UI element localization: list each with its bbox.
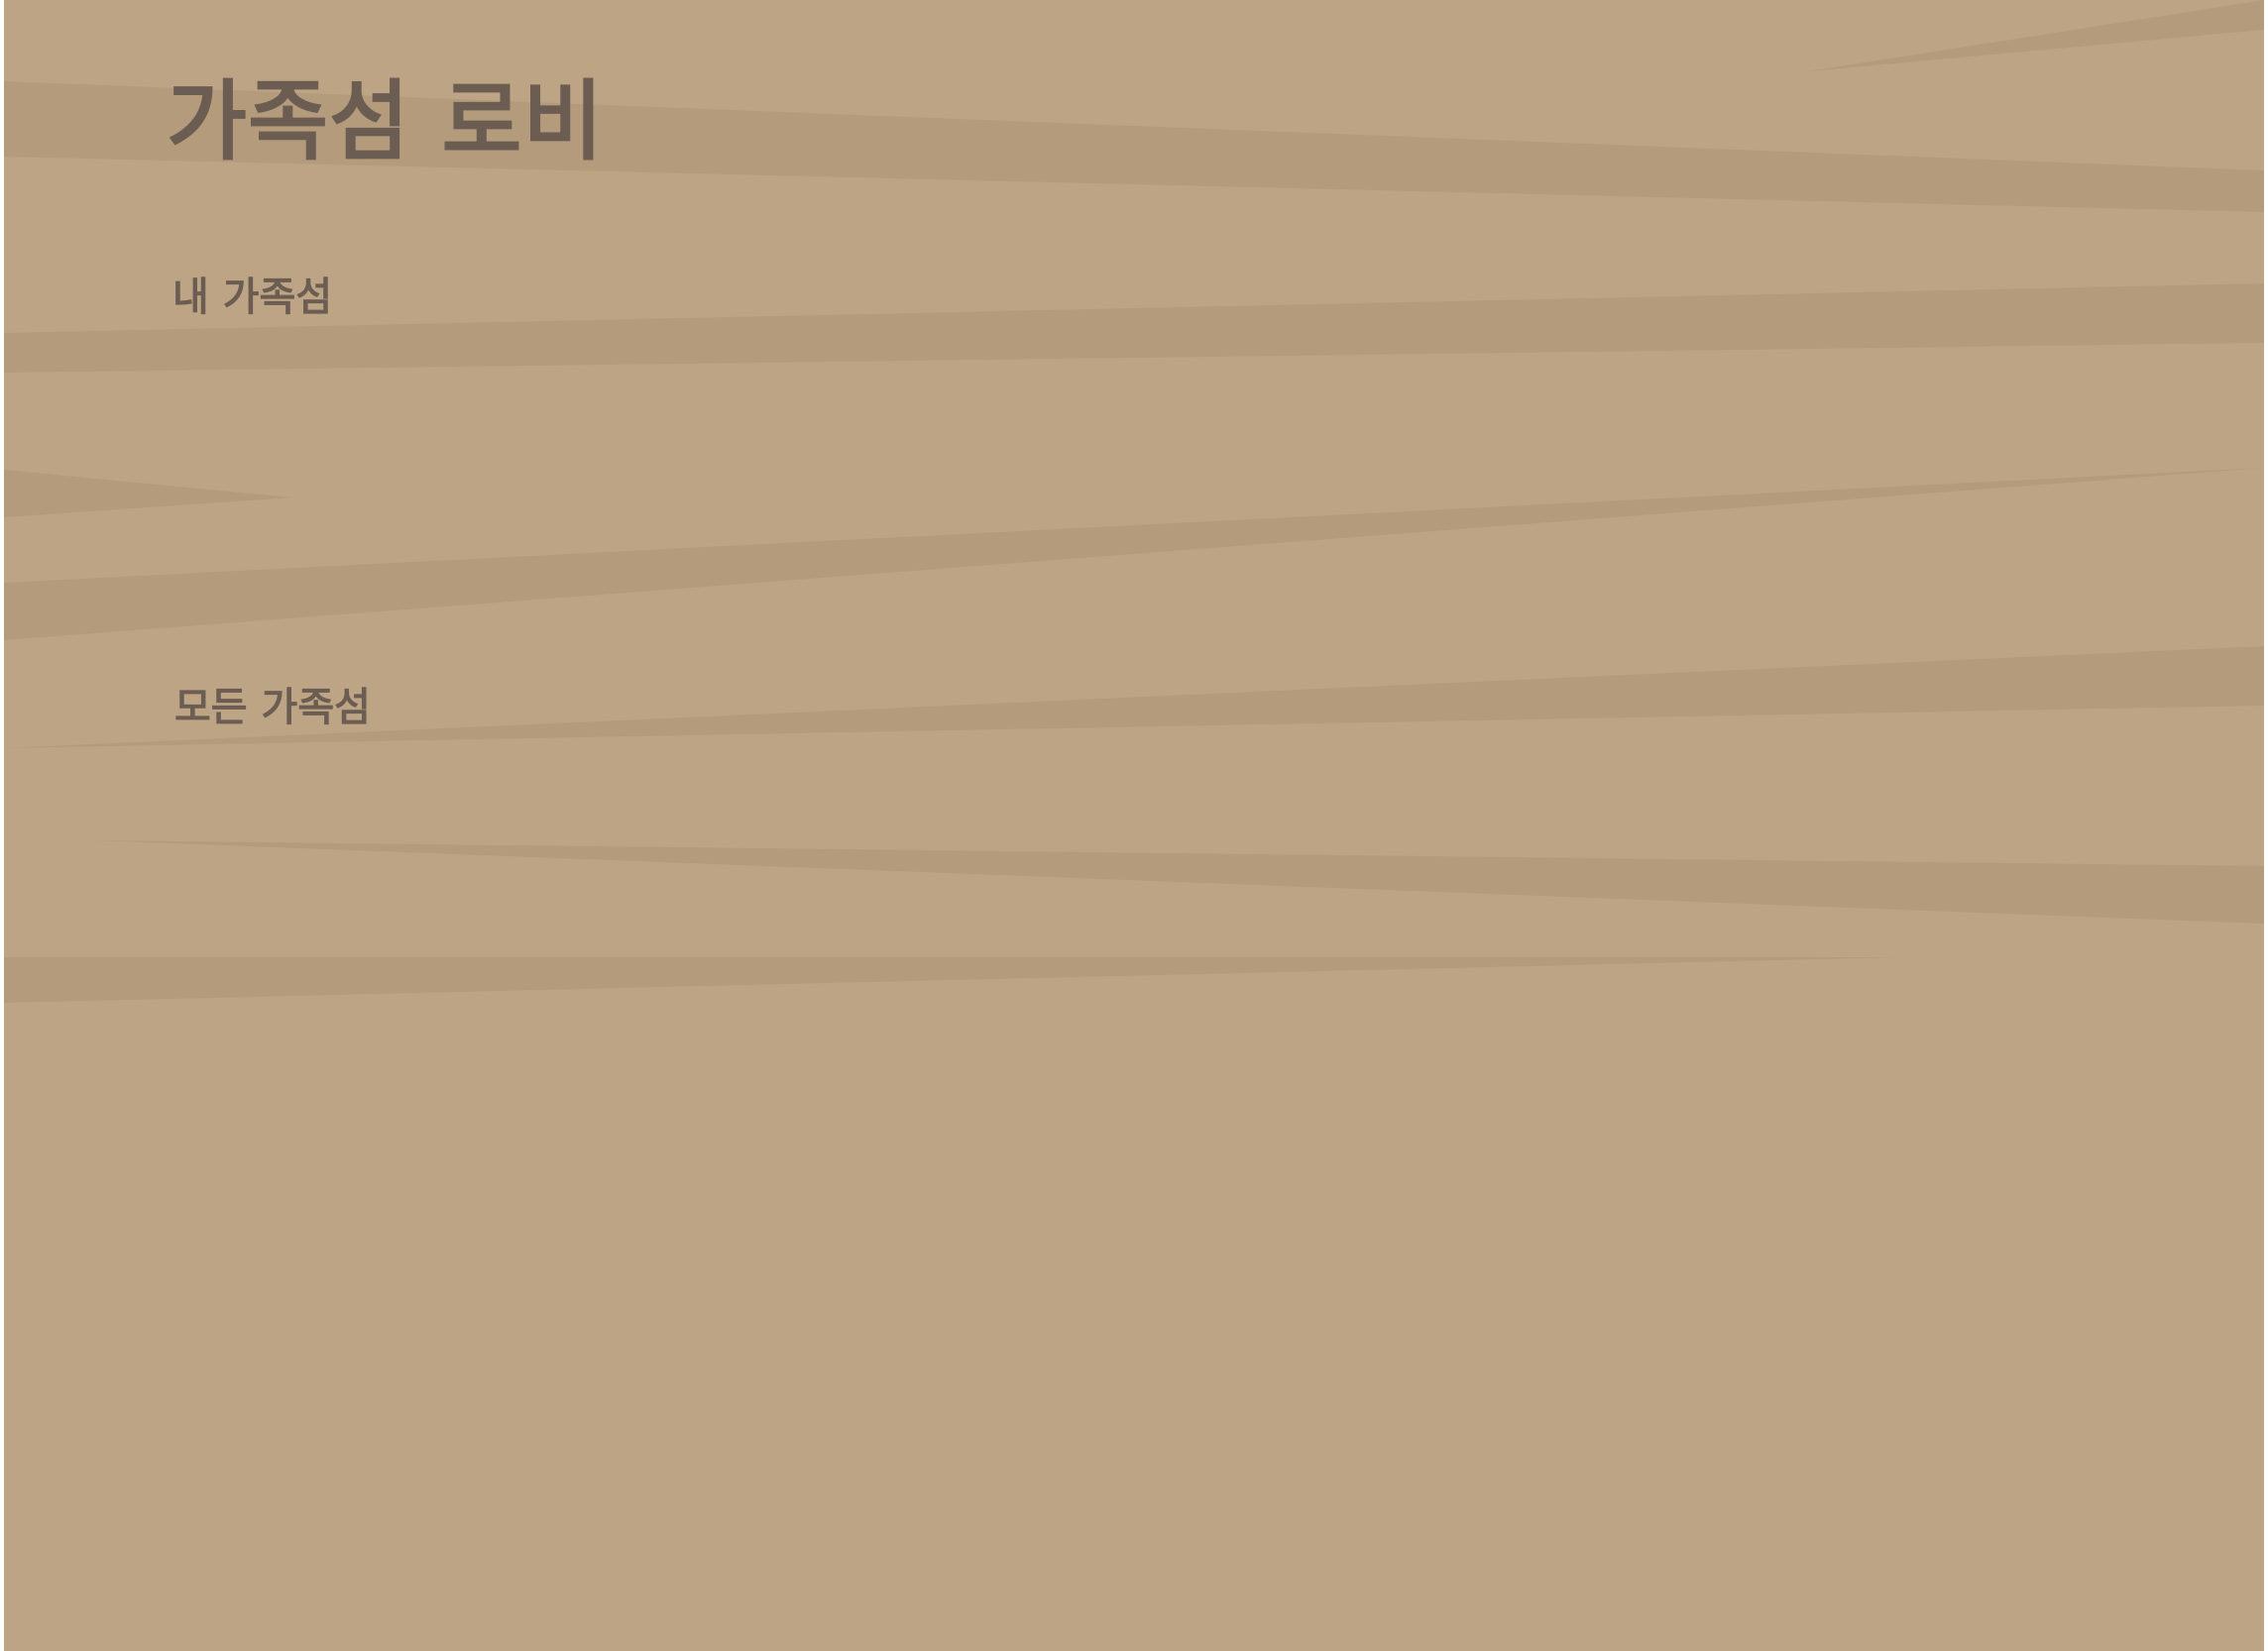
all-islands-list — [172, 749, 2155, 868]
page-title: 가족섬 로비 — [167, 70, 605, 172]
lobby-screen: 가족섬 로비 내 가족섬 모든 가족섬 — [4, 0, 2264, 1651]
my-islands-list — [172, 337, 2155, 456]
my-islands-heading: 내 가족섬 — [172, 275, 333, 320]
brush-stripe — [1808, 0, 2264, 71]
brush-stripe — [4, 470, 291, 517]
brush-stripe — [4, 468, 2264, 640]
all-islands-heading: 모든 가족섬 — [174, 685, 371, 730]
brush-stripe — [4, 957, 1897, 1003]
